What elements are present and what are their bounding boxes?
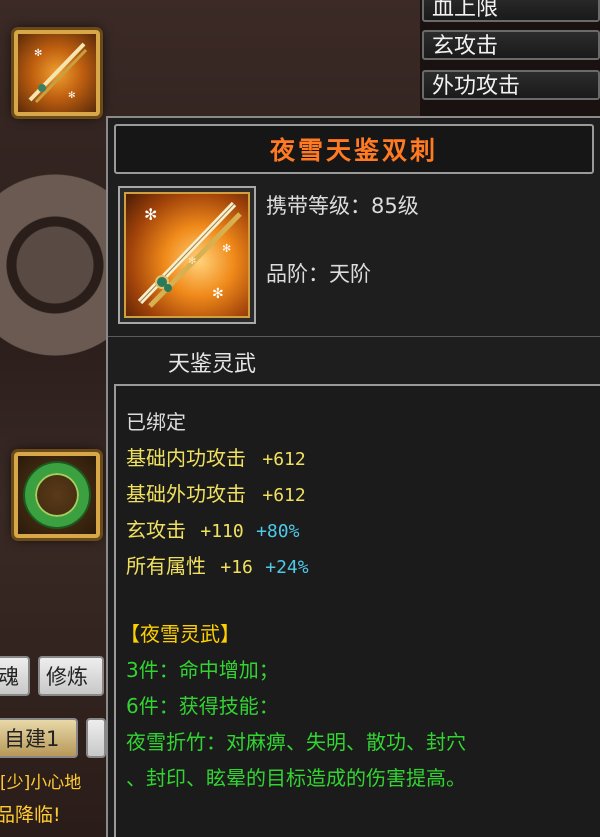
carry-level: 携带等级：85级 [266, 194, 419, 218]
set-name: 【夜雪灵武】 [120, 622, 240, 646]
item-name: 夜雪天鉴双刺 [269, 136, 438, 165]
chat-scroll-line-1: [少]小心地 [0, 773, 82, 793]
stat-name: 所有属性 [126, 554, 206, 578]
stat-tab-hp-max[interactable]: 血上限 [422, 0, 600, 22]
stat-value: +612 [262, 485, 306, 506]
stat-name: 基础内功攻击 [126, 446, 246, 470]
equip-slot-weapon[interactable]: ✻ ✻ [14, 30, 100, 116]
stat-row: 基础外功攻击 +612 [126, 478, 306, 507]
weapon-twin-blades-icon: ✻ ✻ [28, 42, 88, 104]
set-bonus-6: 6件：获得技能： [126, 694, 279, 718]
stat-name: 玄攻击 [126, 518, 186, 542]
stat-percent: +80% [256, 521, 300, 542]
item-category: 天鉴灵武 [168, 352, 257, 377]
svg-text:✻: ✻ [144, 205, 157, 224]
set-skill-desc-line-2: 、封印、眩晕的目标造成的伤害提高。 [126, 766, 466, 790]
stat-tab-xuan-attack[interactable]: 玄攻击 [422, 30, 600, 60]
stat-percent: +24% [265, 557, 309, 578]
side-button[interactable] [86, 718, 106, 758]
equip-slot-ring[interactable] [14, 452, 100, 538]
stat-value: +612 [262, 449, 306, 470]
stat-row: 所有属性 +16 +24% [126, 550, 309, 579]
soul-button[interactable]: 魂 [0, 656, 30, 696]
svg-text:✻: ✻ [68, 91, 76, 101]
svg-text:✻: ✻ [212, 286, 224, 302]
weapon-twin-blades-icon: ✻ ✻ ✻ ✻ [124, 192, 250, 318]
set-bonus-3: 3件：命中增加； [126, 658, 279, 682]
stat-tab-outer-attack[interactable]: 外功攻击 [422, 70, 600, 100]
jade-ring-icon [25, 463, 89, 527]
stat-value: +110 [200, 521, 244, 542]
stat-row: 玄攻击 +110 +80% [126, 514, 299, 543]
item-icon-frame: ✻ ✻ ✻ ✻ [118, 186, 256, 324]
stat-value: +16 [220, 557, 253, 578]
item-tooltip: 夜雪天鉴双刺 ✻ ✻ ✻ ✻ 携带等级：85级 品阶：天阶 天鉴灵武 已绑定 基… [106, 116, 600, 837]
svg-text:✻: ✻ [188, 256, 196, 267]
set-skill-desc-line-1: 夜雪折竹：对麻痹、失明、散功、封穴 [126, 730, 466, 754]
item-grade: 品阶：天阶 [266, 262, 371, 286]
stat-row: 基础内功攻击 +612 [126, 442, 306, 471]
chat-scroll-line-2: 品降临! [0, 804, 61, 826]
bind-status: 已绑定 [126, 410, 186, 434]
item-attributes-panel: 已绑定 基础内功攻击 +612 基础外功攻击 +612 玄攻击 +110 +80… [114, 384, 600, 837]
cultivate-button[interactable]: 修炼 [38, 656, 104, 696]
stat-name: 基础外功攻击 [126, 482, 246, 506]
svg-text:✻: ✻ [34, 48, 42, 59]
svg-text:✻: ✻ [222, 242, 231, 255]
item-title-box: 夜雪天鉴双刺 [114, 124, 594, 174]
divider [108, 336, 600, 337]
custom-build-button[interactable]: 自建1 [0, 718, 78, 758]
